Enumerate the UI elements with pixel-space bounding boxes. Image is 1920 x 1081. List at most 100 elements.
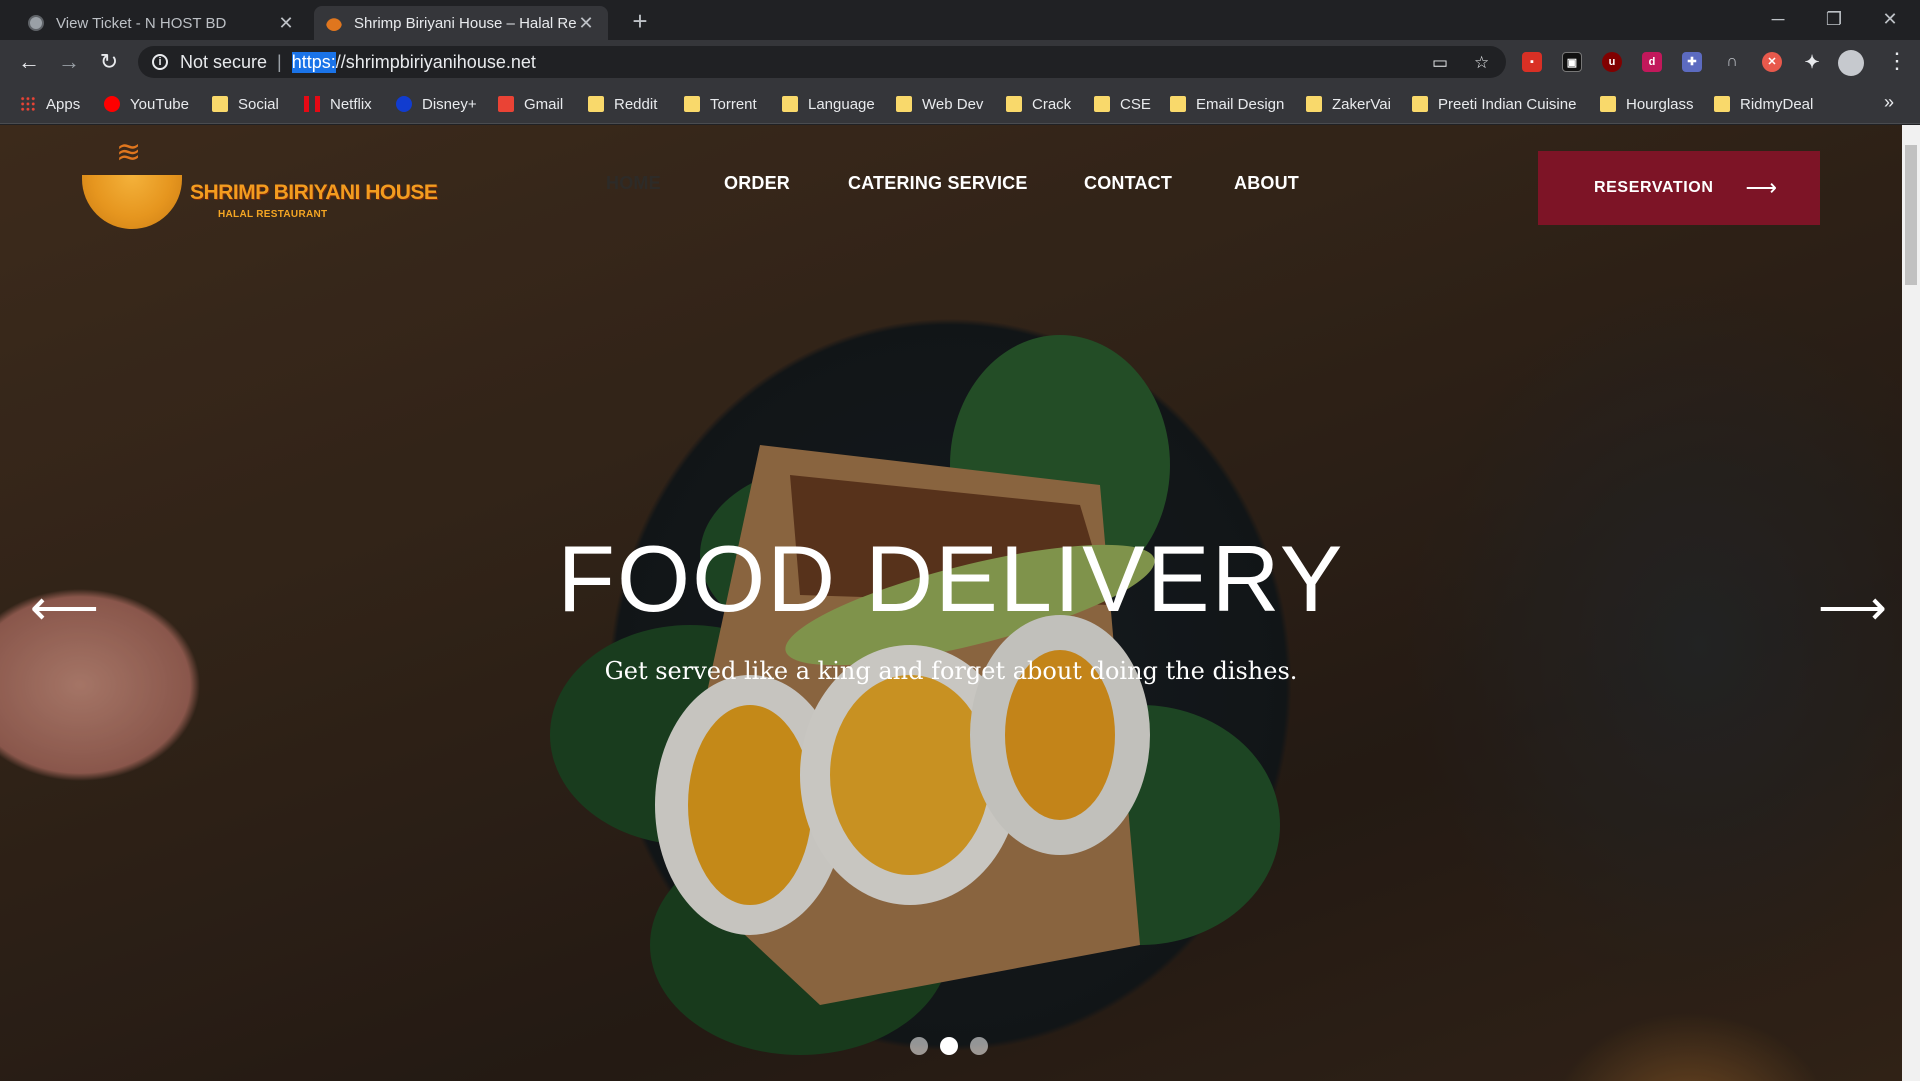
folder-icon	[1306, 96, 1322, 112]
globe-icon	[28, 15, 44, 31]
site-logo[interactable]: ≋ SHRIMP BIRIYANI HOUSE HALAL RESTAURANT	[72, 135, 438, 245]
folder-icon	[1600, 96, 1616, 112]
bookmark-label: Disney+	[422, 95, 477, 113]
close-tab-icon[interactable]: ✕	[276, 13, 296, 33]
bookmarks-overflow-button[interactable]: »	[1884, 92, 1894, 113]
youtube-icon	[104, 96, 120, 112]
bookmark-label: Hourglass	[1626, 95, 1694, 113]
url-host[interactable]: //shrimpbiriyanihouse.net	[336, 52, 536, 73]
menu-kebab-icon[interactable]: ⋮	[1886, 48, 1908, 74]
extensions-puzzle-icon[interactable]: ✦	[1802, 52, 1822, 72]
bookmark-email-design[interactable]: Email Design	[1170, 94, 1284, 114]
bookmark-preeti-indian-cuisine[interactable]: Preeti Indian Cuisine	[1412, 94, 1576, 114]
close-window-button[interactable]: ✕	[1862, 0, 1918, 40]
hero-subtitle: Get served like a king and forget about …	[604, 657, 1298, 685]
slider-dot[interactable]	[970, 1037, 988, 1055]
security-label[interactable]: Not secure	[180, 52, 267, 73]
bowl-favicon-icon	[326, 15, 342, 31]
bookmark-label: Email Design	[1196, 95, 1285, 113]
bookmark-label: Torrent	[710, 95, 757, 113]
profile-avatar-icon[interactable]	[1838, 50, 1864, 76]
new-tab-button[interactable]: +	[626, 8, 654, 36]
bookmark-crack[interactable]: Crack	[1006, 94, 1071, 114]
tab-title: Shrimp Biriyani House – Halal Re	[354, 14, 576, 32]
bookmark-social[interactable]: Social	[212, 94, 279, 114]
address-separator: |	[277, 51, 282, 72]
slider-dot-active[interactable]	[940, 1037, 958, 1055]
scrollbar-thumb[interactable]	[1905, 145, 1917, 285]
folder-icon	[588, 96, 604, 112]
page-scrollbar[interactable]	[1902, 125, 1920, 1081]
minimize-button[interactable]: ─	[1750, 0, 1806, 40]
bookmark-cse[interactable]: CSE	[1094, 94, 1151, 114]
bookmark-star-icon[interactable]: ☆	[1474, 53, 1489, 73]
bookmark-netflix[interactable]: Netflix	[304, 94, 372, 114]
reservation-button[interactable]: RESERVATION ⟶	[1538, 151, 1820, 225]
logo-tagline: HALAL RESTAURANT	[218, 209, 328, 220]
extension-x-icon[interactable]: ✕	[1762, 52, 1782, 72]
bookmark-language[interactable]: Language	[782, 94, 875, 114]
bookmark-web-dev[interactable]: Web Dev	[896, 94, 983, 114]
bowl-icon	[82, 175, 182, 229]
bookmark-gmail[interactable]: Gmail	[498, 94, 563, 114]
extension-reader-icon[interactable]: ▣	[1562, 52, 1582, 72]
extension-d-icon[interactable]: d	[1642, 52, 1662, 72]
bookmark-youtube[interactable]: YouTube	[104, 94, 189, 114]
restore-button[interactable]: ❐	[1806, 0, 1862, 40]
tab-strip: View Ticket - N HOST BD ✕ Shrimp Biriyan…	[0, 0, 1920, 40]
bookmark-apps[interactable]: Apps	[20, 94, 80, 114]
bookmark-ridmydeal[interactable]: RidmyDeal	[1714, 94, 1813, 114]
extension-puzzle-blue-icon[interactable]: ✚	[1682, 52, 1702, 72]
slider-prev-arrow-icon[interactable]: ⟵	[30, 580, 99, 636]
folder-icon	[782, 96, 798, 112]
slider-dots	[910, 1037, 988, 1055]
bookmark-disney[interactable]: Disney+	[396, 94, 477, 114]
bookmark-label: Preeti Indian Cuisine	[1438, 95, 1577, 113]
back-icon[interactable]: ←	[14, 47, 44, 77]
browser-toolbar: ← → ↻ i Not secure | https://shrimpbiriy…	[0, 40, 1920, 84]
nav-about[interactable]: ABOUT	[1234, 173, 1299, 194]
folder-icon	[896, 96, 912, 112]
tab-view-ticket[interactable]: View Ticket - N HOST BD ✕	[16, 6, 308, 40]
forward-icon[interactable]: →	[54, 47, 84, 77]
slider-dot[interactable]	[910, 1037, 928, 1055]
bookmark-zakervai[interactable]: ZakerVai	[1306, 94, 1391, 114]
reservation-label: RESERVATION	[1594, 179, 1714, 196]
tab-title: View Ticket - N HOST BD	[56, 14, 227, 32]
slider-next-arrow-icon[interactable]: ⟶	[1818, 580, 1887, 636]
extension-todo-icon[interactable]: ▪	[1522, 52, 1542, 72]
hero-slider: ≋ SHRIMP BIRIYANI HOUSE HALAL RESTAURANT…	[0, 125, 1902, 1081]
nav-contact[interactable]: CONTACT	[1084, 173, 1172, 194]
reload-icon[interactable]: ↻	[94, 47, 124, 77]
nav-catering-service[interactable]: CATERING SERVICE	[848, 173, 1028, 194]
ublock-icon[interactable]: u	[1602, 52, 1622, 72]
arrow-right-icon: ⟶	[1745, 175, 1778, 200]
apps-grid-icon	[20, 96, 36, 112]
address-bar[interactable]: i Not secure | https://shrimpbiriyanihou…	[138, 46, 1506, 78]
netflix-icon	[304, 96, 320, 112]
url-scheme[interactable]: https:	[291, 51, 336, 73]
bookmark-torrent[interactable]: Torrent	[684, 94, 757, 114]
nav-home[interactable]: HOME	[606, 173, 661, 194]
bookmark-hourglass[interactable]: Hourglass	[1600, 94, 1694, 114]
nav-order[interactable]: ORDER	[724, 173, 790, 194]
bookmark-label: Web Dev	[922, 95, 984, 113]
folder-icon	[1094, 96, 1110, 112]
bookmark-label: Crack	[1032, 95, 1072, 113]
hero-title: FOOD DELIVERY	[557, 526, 1345, 631]
bookmark-label: Reddit	[614, 95, 658, 113]
bookmarks-bar: Apps YouTube Social Netflix Disney+ Gmai…	[0, 84, 1920, 124]
info-icon[interactable]: i	[152, 54, 168, 70]
tab-shrimp-biriyani[interactable]: Shrimp Biriyani House – Halal Re ✕	[314, 6, 608, 40]
bookmark-label: CSE	[1120, 95, 1151, 113]
folder-icon	[1170, 96, 1186, 112]
bookmark-reddit[interactable]: Reddit	[588, 94, 657, 114]
extension-arc-icon[interactable]: ∩	[1722, 52, 1742, 72]
bookmark-label: Apps	[46, 95, 81, 113]
folder-icon	[212, 96, 228, 112]
close-tab-icon[interactable]: ✕	[576, 13, 596, 33]
logo-name: SHRIMP BIRIYANI HOUSE	[190, 181, 438, 204]
folder-icon	[684, 96, 700, 112]
bookmark-label: Social	[238, 95, 279, 113]
cast-icon[interactable]: ▭	[1432, 53, 1448, 73]
